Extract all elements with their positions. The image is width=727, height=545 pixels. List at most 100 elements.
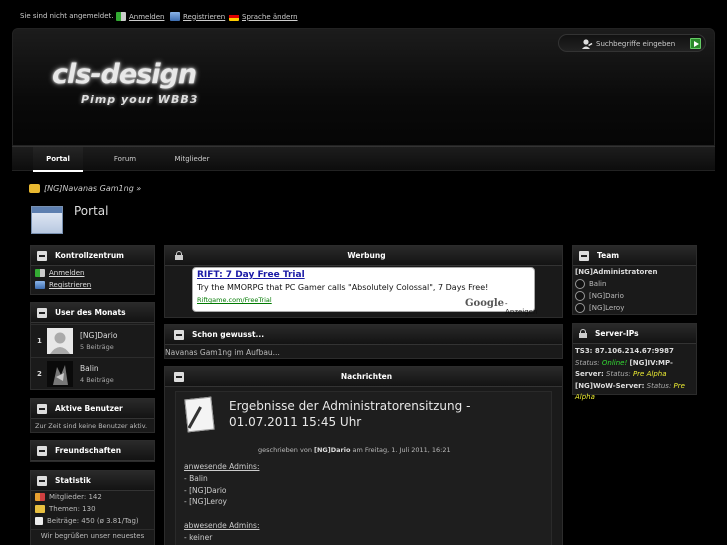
member-rank: 1: [37, 337, 42, 345]
member-name[interactable]: Balin: [80, 364, 99, 373]
stat-threads: Themen: 130: [49, 505, 96, 513]
member-rank: 2: [37, 370, 42, 378]
portal-icon: [31, 206, 63, 234]
freundschaften-header: Freundschaften: [31, 441, 154, 461]
kontrollzentrum-box: Kontrollzentrum Anmelden Registrieren: [30, 245, 155, 295]
tab-portal[interactable]: Portal: [33, 147, 83, 172]
team-member-name[interactable]: Balin: [589, 280, 606, 288]
ad-url[interactable]: Riftgame.com/FreeTrial: [197, 296, 272, 304]
search-user-icon: [582, 39, 593, 49]
google-logo: Google: [465, 298, 505, 309]
collapse-icon[interactable]: [37, 445, 47, 456]
schon-gewusst-box: Schon gewusst... Navanas Gam1ng im Aufba…: [164, 324, 563, 359]
ts3-address: TS3: 87.106.214.67:9987: [575, 347, 674, 355]
team-title: Team: [597, 251, 620, 260]
stat-newest-member: Wir begrüßen unser neuestes: [31, 529, 154, 540]
ad-suffix: -Anzeigen: [505, 300, 538, 316]
collapse-icon[interactable]: [37, 250, 47, 261]
threads-icon: [35, 505, 45, 513]
search-submit-button[interactable]: [690, 38, 701, 49]
kontroll-login-row[interactable]: Anmelden: [31, 266, 154, 279]
language-link[interactable]: Sprache ändern: [229, 12, 298, 21]
iv-status-label: Status:: [606, 370, 631, 378]
breadcrumb-link[interactable]: [NG]Navanas Gam1ng »: [44, 184, 141, 193]
collapse-icon[interactable]: [37, 403, 47, 414]
lock-icon: [175, 251, 183, 260]
werbung-header: Werbung: [165, 246, 562, 266]
avatar[interactable]: [47, 328, 73, 354]
collapse-icon[interactable]: [174, 372, 184, 382]
team-member-row[interactable]: Balin: [573, 278, 696, 290]
tab-forum[interactable]: Forum: [102, 147, 148, 172]
page-title: Portal: [74, 204, 109, 218]
register-icon: [35, 281, 45, 289]
news-line: - [NG]Leroy: [184, 497, 227, 507]
team-member-row[interactable]: [NG]Dario: [573, 290, 696, 302]
nachrichten-title: Nachrichten: [340, 372, 393, 381]
news-author[interactable]: [NG]Dario: [314, 446, 350, 454]
iv-status: Pre Alpha: [632, 370, 667, 378]
nachrichten-header: Nachrichten: [165, 367, 562, 387]
ad-google-label[interactable]: Google -Anzeigen: [465, 298, 537, 316]
forum-home-icon: [29, 184, 40, 193]
ad-title[interactable]: RIFT: 7 Day Free Trial: [197, 270, 305, 280]
german-flag-icon: [229, 12, 239, 21]
freundschaften-title: Freundschaften: [55, 446, 122, 455]
wow-status-label: Status:: [646, 381, 672, 390]
login-status: Sie sind nicht angemeldet.: [20, 12, 114, 20]
freundschaften-box: Freundschaften: [30, 440, 155, 462]
collapse-icon[interactable]: [37, 475, 47, 486]
news-line: anwesende Admins:: [184, 462, 260, 471]
user-des-monats-title: User des Monats: [55, 308, 126, 317]
stat-members: Mitglieder: 142: [49, 493, 102, 501]
language-link-label: Sprache ändern: [242, 12, 298, 21]
kontroll-register-link[interactable]: Registrieren: [49, 281, 91, 289]
register-link[interactable]: Registrieren: [170, 12, 225, 21]
member-name[interactable]: [NG]Dario: [80, 331, 117, 340]
server-ips-header: Server-IPs: [573, 324, 696, 344]
list-item[interactable]: 1 [NG]Dario 5 Beiträge: [31, 324, 155, 356]
collapse-icon[interactable]: [37, 307, 47, 318]
team-box: Team [NG]Administratoren Balin [NG]Dario…: [572, 245, 697, 315]
login-link[interactable]: Anmelden: [116, 12, 164, 21]
posts-icon: [35, 517, 43, 525]
news-meta: geschrieben von [NG]Dario am Freitag, 1.…: [258, 446, 451, 454]
team-member-name[interactable]: [NG]Leroy: [589, 304, 624, 312]
kontroll-login-link[interactable]: Anmelden: [49, 269, 84, 277]
member-posts: 4 Beiträge: [80, 376, 114, 384]
site-slogan: Pimp your WBB3: [81, 93, 199, 106]
tab-mitglieder[interactable]: Mitglieder: [164, 147, 220, 172]
search-box: [558, 34, 706, 52]
collapse-icon[interactable]: [579, 250, 589, 261]
register-link-label: Registrieren: [183, 12, 226, 21]
team-member-row[interactable]: [NG]Leroy: [573, 302, 696, 314]
werbung-title: Werbung: [347, 251, 386, 260]
schon-gewusst-title: Schon gewusst...: [192, 330, 265, 339]
news-meta-prefix: geschrieben von: [258, 446, 315, 454]
schon-gewusst-text: Navanas Gam1ng im Aufbau...: [165, 348, 280, 357]
kontroll-register-row[interactable]: Registrieren: [31, 279, 154, 291]
search-input[interactable]: [596, 38, 696, 49]
news-title[interactable]: Ergebnisse der Administratorensitzung - …: [229, 398, 539, 430]
statistik-box: Statistik Mitglieder: 142 Themen: 130 Be…: [30, 470, 155, 545]
stat-threads-row: Themen: 130: [31, 503, 154, 515]
statistik-header: Statistik: [31, 471, 154, 491]
stat-posts: Beiträge: 450 (ø 3.81/Tag): [47, 517, 139, 525]
news-line: abwesende Admins:: [184, 520, 260, 530]
aktive-benutzer-text: Zur Zeit sind keine Benutzer aktiv.: [35, 422, 148, 430]
user-status-icon: [575, 303, 585, 313]
site-logo[interactable]: cls-design: [52, 59, 197, 90]
list-item[interactable]: 2 Balin 4 Beiträge: [31, 357, 155, 389]
login-link-label: Anmelden: [129, 12, 165, 21]
server-ips-text: TS3: 87.106.214.67:9987 Status: Online! …: [573, 344, 696, 406]
avatar[interactable]: [47, 361, 73, 387]
user-des-monats-box: User des Monats 1 [NG]Dario 5 Beiträge 2…: [30, 302, 155, 390]
google-ad[interactable]: RIFT: 7 Day Free Trial Try the MMORPG th…: [192, 267, 537, 316]
ad-text: Try the MMORPG that PC Gamer calls "Abso…: [197, 283, 489, 292]
team-member-name[interactable]: [NG]Dario: [589, 292, 624, 300]
collapse-icon[interactable]: [174, 329, 184, 340]
news-line: - Balin: [184, 473, 208, 483]
register-icon: [170, 12, 180, 21]
stat-members-row: Mitglieder: 142: [31, 491, 154, 503]
lock-icon: [579, 329, 587, 338]
